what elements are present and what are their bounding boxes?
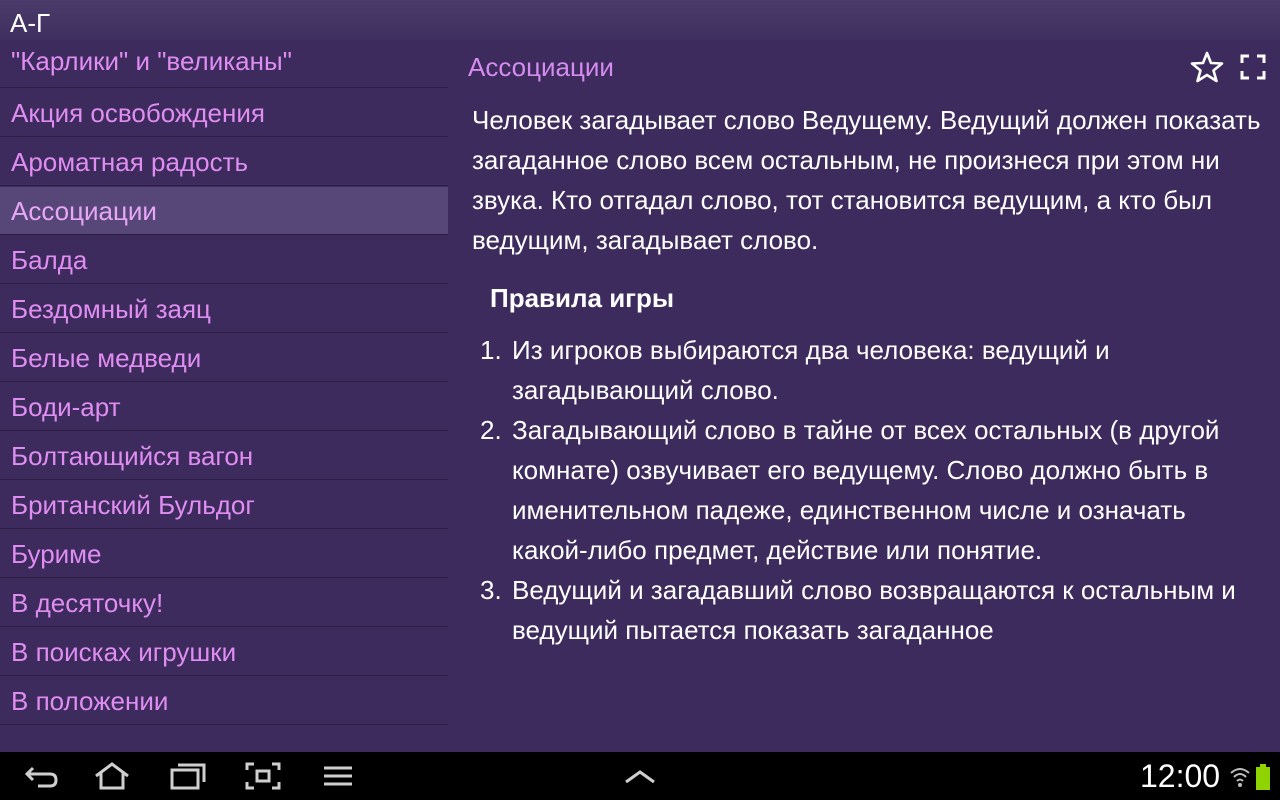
back-icon[interactable] [20,760,60,792]
sidebar-item-bodi-art[interactable]: Боди-арт [0,383,448,431]
rule-number: 1. [480,335,502,365]
sidebar-item-balda[interactable]: Балда [0,236,448,284]
chevron-up-icon[interactable] [620,760,660,792]
sidebar-item-burime[interactable]: Буриме [0,530,448,578]
sidebar-item-label: Болтающийся вагон [11,441,254,471]
sidebar-item-v-poiskakh-igrushki[interactable]: В поисках игрушки [0,628,448,676]
status-clock: 12:00 [1140,758,1221,794]
rule-number: 2. [480,415,502,445]
sidebar-item-britanskiy-buldog[interactable]: Британский Бульдог [0,481,448,529]
rules-list: 1. Из игроков выбираются два человека: в… [472,330,1262,650]
sidebar-item-label: Буриме [11,539,102,569]
system-navbar: 12:00 [0,752,1280,800]
sidebar-item-label: Боди-арт [11,392,121,422]
rule-number: 3. [480,575,502,605]
sidebar-item-v-polozhenii[interactable]: В положении [0,677,448,725]
sidebar-item-label: "Карлики" и "великаны" [11,46,292,76]
sidebar-item-assotsiatsii[interactable]: Ассоциации [0,187,448,235]
rule-text: Ведущий и загадавший слово возвращаются … [512,575,1236,645]
sidebar-item-label: Балда [11,245,88,275]
fullscreen-icon[interactable] [1240,54,1266,80]
rule-text: Загадывающий слово в тайне от всех остал… [512,415,1220,565]
sidebar-item-v-desyatochku[interactable]: В десяточку! [0,579,448,627]
sidebar-item-boltayushchiysya-vagon[interactable]: Болтающийся вагон [0,432,448,480]
sidebar-item-label: Бездомный заяц [11,294,211,324]
sidebar-item-belye-medvedi[interactable]: Белые медведи [0,334,448,382]
sidebar-item-aktsiya[interactable]: Акция освобождения [0,89,448,137]
sidebar-item-aromatnaya[interactable]: Ароматная радость [0,138,448,186]
sidebar-item-karliki[interactable]: "Карлики" и "великаны" [0,40,448,88]
sidebar-item-label: Британский Бульдог [11,490,255,520]
game-title: Ассоциации [468,52,614,82]
rule-item: 1. Из игроков выбираются два человека: в… [472,330,1262,410]
sidebar-item-label: В положении [11,686,169,716]
wifi-icon [1230,768,1250,787]
rule-item: 3. Ведущий и загадавший слово возвращают… [472,570,1262,650]
sidebar-item-bezdomny-zayats[interactable]: Бездомный заяц [0,285,448,333]
sidebar-item-label: Акция освобождения [11,98,265,128]
sidebar-item-label: Белые медведи [11,343,202,373]
sidebar-item-label: В поисках игрушки [11,637,237,667]
rule-item: 2. Загадывающий слово в тайне от всех ос… [472,410,1262,570]
sidebar-item-label: Ассоциации [11,196,157,226]
top-header: А-Г [0,0,1280,40]
game-detail-pane[interactable]: Ассоциации Человек загадывает слово Веду… [448,40,1280,752]
rule-text: Из игроков выбираются два человека: веду… [512,335,1110,405]
header-title: А-Г [10,8,51,38]
home-icon[interactable] [92,760,132,792]
sidebar-item-label: В десяточку! [11,588,164,618]
app-screen: А-Г "Карлики" и "великаны" Акция освобож… [0,0,1280,800]
sidebar-item-label: Ароматная радость [11,147,249,177]
battery-icon [1256,764,1270,790]
screenshot-icon[interactable] [243,760,283,792]
menu-icon[interactable] [318,760,358,792]
star-icon[interactable] [1190,50,1224,84]
intro-paragraph: Человек загадывает слово Ведущему. Ведущ… [472,105,1261,255]
game-list-sidebar[interactable]: "Карлики" и "великаны" Акция освобождени… [0,40,448,752]
rules-heading: Правила игры [490,283,675,313]
recent-apps-icon[interactable] [168,760,208,792]
game-description: Человек загадывает слово Ведущему. Ведущ… [472,100,1262,650]
